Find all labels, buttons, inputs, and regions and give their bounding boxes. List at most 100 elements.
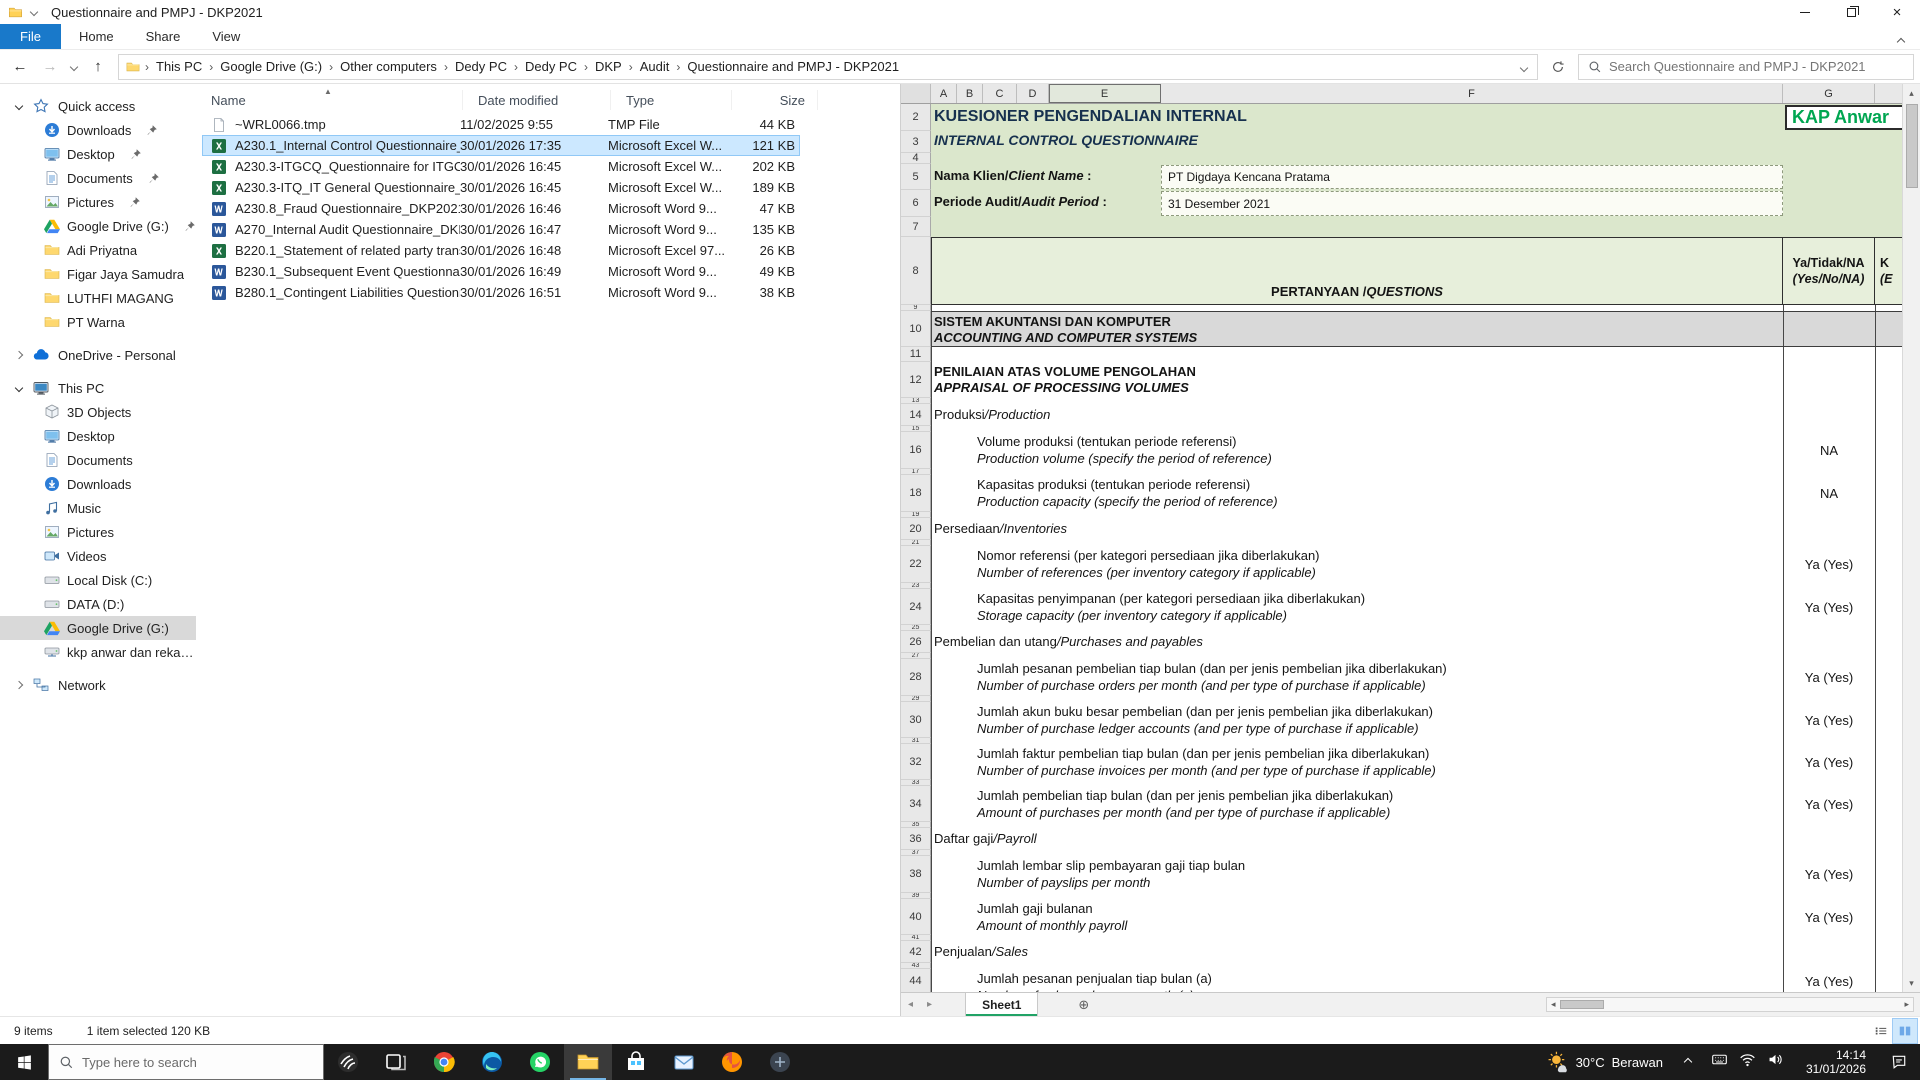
file-row-a230-3-itq-it-genera[interactable]: A230.3-ITQ_IT General Questionnaire_DK..…: [202, 177, 800, 198]
file-row-b220-1-statement-of[interactable]: B220.1_Statement of related party transa…: [202, 240, 800, 261]
wifi-icon[interactable]: [1739, 1051, 1756, 1073]
answer-cell[interactable]: Ya (Yes): [1783, 856, 1875, 893]
sidebar-section-quick-access[interactable]: Quick access: [0, 94, 196, 118]
hidden-icons-chevron-icon[interactable]: [1675, 1059, 1701, 1065]
sidebar-item-pt-warna[interactable]: PT Warna: [0, 310, 196, 334]
sidebar-item-figar-jaya-samudra[interactable]: Figar Jaya Samudra: [0, 262, 196, 286]
breadcrumb-item-this-pc[interactable]: This PC: [149, 59, 209, 74]
add-sheet-icon[interactable]: ⊕: [1078, 997, 1089, 1013]
mail-button[interactable]: [660, 1044, 708, 1080]
row-header-30[interactable]: 30: [901, 702, 931, 738]
row-header-3[interactable]: 3: [901, 131, 931, 153]
ribbon-collapse-icon[interactable]: [1898, 33, 1904, 48]
tab-file[interactable]: File: [0, 24, 61, 49]
field-value[interactable]: PT Digdaya Kencana Pratama: [1161, 165, 1783, 189]
breadcrumb-item-questionnaire-and-pmpj-dkp2021[interactable]: Questionnaire and PMPJ - DKP2021: [680, 59, 906, 74]
row-header-5[interactable]: 5: [901, 164, 931, 190]
sheet-tab[interactable]: Sheet1: [965, 993, 1038, 1016]
address-bar[interactable]: › This PC›Google Drive (G:)›Other comput…: [118, 54, 1538, 80]
row-header-20[interactable]: 20: [901, 518, 931, 540]
minimize-button[interactable]: [1782, 0, 1828, 24]
field-value[interactable]: 31 Desember 2021: [1161, 191, 1783, 216]
row-header-16[interactable]: 16: [901, 432, 931, 469]
file-row-b230-1-subsequent-ev[interactable]: B230.1_Subsequent Event Questionnaire_..…: [202, 261, 800, 282]
answer-cell[interactable]: Ya (Yes): [1783, 546, 1875, 583]
file-row-b280-1-contingent-l[interactable]: B280.1_Contingent Liabilities Questionn.…: [202, 282, 800, 303]
thumbnails-view-button[interactable]: [1893, 1019, 1917, 1043]
row-header-44[interactable]: 44: [901, 969, 931, 992]
sidebar-item-luthfi-magang[interactable]: LUTHFI MAGANG: [0, 286, 196, 310]
store-button[interactable]: [612, 1044, 660, 1080]
chevron-right-icon[interactable]: [14, 352, 24, 358]
file-row-a230-1-internal-cont[interactable]: A230.1_Internal Control Questionnaire_D.…: [202, 135, 800, 156]
chrome-button[interactable]: [420, 1044, 468, 1080]
row-header-32[interactable]: 32: [901, 744, 931, 780]
breadcrumb-item-dedy-pc[interactable]: Dedy PC: [518, 59, 584, 74]
breadcrumb-item-other-computers[interactable]: Other computers: [333, 59, 444, 74]
tab-view[interactable]: View: [196, 24, 256, 49]
start-button[interactable]: [0, 1044, 48, 1080]
row-header-18[interactable]: 18: [901, 475, 931, 512]
row-header-38[interactable]: 38: [901, 856, 931, 893]
sidebar-item-pictures[interactable]: Pictures: [0, 520, 196, 544]
answer-cell[interactable]: Ya (Yes): [1783, 659, 1875, 696]
answer-cell[interactable]: NA: [1783, 432, 1875, 469]
answer-cell[interactable]: Ya (Yes): [1783, 589, 1875, 625]
task-view-button[interactable]: [372, 1044, 420, 1080]
sidebar-item-pictures[interactable]: Pictures: [0, 190, 196, 214]
edge-button[interactable]: [468, 1044, 516, 1080]
titlebar[interactable]: Questionnaire and PMPJ - DKP2021 ×: [0, 0, 1920, 24]
vertical-scrollbar[interactable]: ▴ ▾: [1902, 84, 1920, 992]
row-header-22[interactable]: 22: [901, 546, 931, 583]
file-row-a230-8-fraud-questio[interactable]: A230.8_Fraud Questionnaire_DKP202130/01/…: [202, 198, 800, 219]
sidebar-item-3d-objects[interactable]: 3D Objects: [0, 400, 196, 424]
sidebar-section-onedrive-personal[interactable]: OneDrive - Personal: [0, 343, 196, 367]
quick-access-toolbar-chevron-icon[interactable]: [30, 8, 38, 16]
breadcrumb-item-dkp[interactable]: DKP: [588, 59, 629, 74]
file-explorer-button[interactable]: [564, 1044, 612, 1080]
sidebar-section-network[interactable]: Network: [0, 673, 196, 697]
sidebar-item-downloads[interactable]: Downloads: [0, 118, 196, 142]
sidebar-item-music[interactable]: Music: [0, 496, 196, 520]
col-header-e[interactable]: E: [1049, 84, 1161, 103]
action-center-button[interactable]: [1878, 1053, 1920, 1071]
col-header-g[interactable]: G: [1783, 84, 1875, 103]
tab-home[interactable]: Home: [63, 24, 130, 49]
row-header-8[interactable]: 8: [901, 237, 931, 305]
sidebar-item-google-drive-g[interactable]: Google Drive (G:): [0, 214, 196, 238]
app-button[interactable]: [756, 1044, 804, 1080]
row-header-26[interactable]: 26: [901, 631, 931, 653]
sidebar-item-adi-priyatna[interactable]: Adi Priyatna: [0, 238, 196, 262]
file-row-a270-internal-audit[interactable]: A270_Internal Audit Questionnaire_DKP2..…: [202, 219, 800, 240]
scroll-left-icon[interactable]: ◂: [1547, 999, 1560, 1010]
chevron-down-icon[interactable]: [14, 385, 24, 391]
row-header-34[interactable]: 34: [901, 786, 931, 822]
sidebar-item-desktop[interactable]: Desktop: [0, 424, 196, 448]
sheet-nav-right-icon[interactable]: ▸: [920, 999, 939, 1010]
sidebar-item-videos[interactable]: Videos: [0, 544, 196, 568]
answer-cell[interactable]: NA: [1783, 475, 1875, 512]
chevron-right-icon[interactable]: [14, 682, 24, 688]
row-header-4[interactable]: 4: [901, 153, 931, 164]
sidebar-item-documents[interactable]: Documents: [0, 448, 196, 472]
refresh-icon[interactable]: [1544, 53, 1572, 81]
tab-share[interactable]: Share: [130, 24, 197, 49]
back-button[interactable]: ←: [6, 53, 34, 81]
vertical-scrollbar-thumb[interactable]: [1906, 104, 1918, 188]
answer-cell[interactable]: Ya (Yes): [1783, 786, 1875, 822]
recent-locations-chevron-icon[interactable]: [66, 53, 82, 81]
sidebar-section-this-pc[interactable]: This PC: [0, 376, 196, 400]
col-header-a[interactable]: A: [931, 84, 957, 103]
answer-cell[interactable]: Ya (Yes): [1783, 744, 1875, 780]
explorer-search-box[interactable]: [1578, 54, 1914, 80]
sidebar-item-desktop[interactable]: Desktop: [0, 142, 196, 166]
grid-corner[interactable]: [901, 84, 931, 103]
row-header-11[interactable]: 11: [901, 347, 931, 362]
row-header-42[interactable]: 42: [901, 941, 931, 963]
forward-button[interactable]: →: [36, 53, 64, 81]
row-header-14[interactable]: 14: [901, 404, 931, 426]
col-header-c[interactable]: C: [983, 84, 1017, 103]
scroll-right-icon[interactable]: ▸: [1900, 999, 1913, 1010]
horizontal-scrollbar-thumb[interactable]: [1560, 1000, 1604, 1009]
taskbar-clock[interactable]: 14:14 31/01/2026: [1794, 1048, 1878, 1076]
